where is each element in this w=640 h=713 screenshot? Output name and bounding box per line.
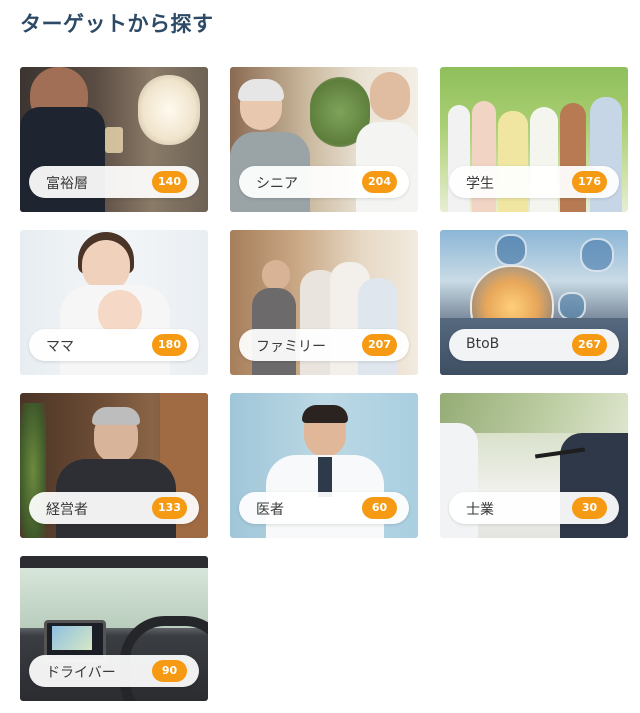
count-badge: 207 (362, 334, 397, 356)
target-pill: 学生 176 (449, 166, 619, 198)
target-label: BtoB (466, 336, 500, 352)
section-title: ターゲットから探す (20, 12, 214, 36)
target-label: ファミリー (256, 339, 326, 355)
target-pill: ママ 180 (29, 329, 199, 361)
target-card-family[interactable]: ファミリー 207 (230, 230, 418, 375)
target-pill: 医者 60 (239, 492, 409, 524)
target-card-btob[interactable]: BtoB 267 (440, 230, 628, 375)
count-badge: 133 (152, 497, 187, 519)
target-pill: シニア 204 (239, 166, 409, 198)
target-card-wealthy[interactable]: 富裕層 140 (20, 67, 208, 212)
count-badge: 204 (362, 171, 397, 193)
target-label: 経営者 (46, 502, 88, 518)
target-label: シニア (256, 176, 298, 192)
target-pill: 経営者 133 (29, 492, 199, 524)
count-badge: 176 (572, 171, 607, 193)
target-card-doctor[interactable]: 医者 60 (230, 393, 418, 538)
target-card-driver[interactable]: ドライバー 90 (20, 556, 208, 701)
count-badge: 140 (152, 171, 187, 193)
target-pill: BtoB 267 (449, 329, 619, 361)
target-card-executive[interactable]: 経営者 133 (20, 393, 208, 538)
target-card-students[interactable]: 学生 176 (440, 67, 628, 212)
target-label: 富裕層 (46, 176, 88, 192)
target-pill: ドライバー 90 (29, 655, 199, 687)
target-label: 学生 (466, 176, 494, 192)
target-pill: 富裕層 140 (29, 166, 199, 198)
target-pill: 士業 30 (449, 492, 619, 524)
target-label: 医者 (256, 502, 284, 518)
target-card-moms[interactable]: ママ 180 (20, 230, 208, 375)
count-badge: 180 (152, 334, 187, 356)
target-label: 士業 (466, 502, 494, 518)
target-card-professionals[interactable]: 士業 30 (440, 393, 628, 538)
target-label: ドライバー (46, 665, 116, 681)
count-badge: 267 (572, 334, 607, 356)
count-badge: 30 (572, 497, 607, 519)
target-pill: ファミリー 207 (239, 329, 409, 361)
target-label: ママ (46, 339, 74, 355)
count-badge: 60 (362, 497, 397, 519)
count-badge: 90 (152, 660, 187, 682)
target-card-senior[interactable]: シニア 204 (230, 67, 418, 212)
